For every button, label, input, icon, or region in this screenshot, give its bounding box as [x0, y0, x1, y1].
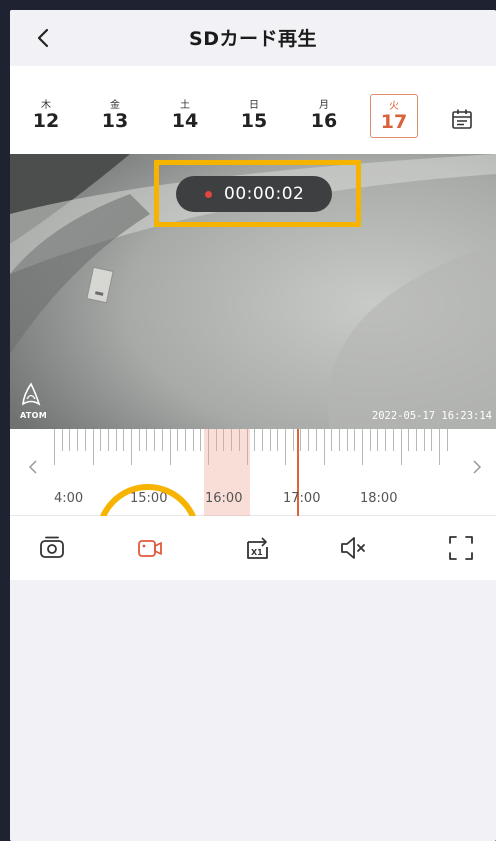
timeline-prev-icon[interactable] — [24, 457, 44, 477]
app-screen: SDカード再生 木 12 金 13 土 14 日 15 月 16 火 17 00… — [10, 10, 496, 841]
timeline-tick — [161, 429, 163, 451]
date-item-13[interactable]: 金 13 — [97, 96, 133, 132]
timeline-tick — [392, 429, 394, 451]
date-item-12[interactable]: 木 12 — [28, 96, 64, 132]
recording-time: 00:00:02 — [224, 184, 305, 204]
timeline-tick — [69, 429, 71, 451]
atom-logo-icon — [22, 382, 41, 406]
timeline-label: 16:00 — [205, 491, 243, 506]
calendar-icon[interactable] — [451, 108, 473, 130]
date-strip: 木 12 金 13 土 14 日 15 月 16 火 17 — [10, 66, 496, 154]
timeline-tick — [292, 429, 294, 451]
page-title: SDカード再生 — [189, 28, 317, 50]
video-timestamp: 2022-05-17 16:23:14 — [371, 410, 492, 422]
date-weekday: 土 — [180, 100, 190, 111]
fullscreen-icon[interactable] — [446, 533, 476, 563]
timeline-tick — [200, 429, 202, 451]
timeline-tick — [331, 429, 333, 451]
timeline-tick — [354, 429, 356, 451]
timeline-tick — [308, 429, 310, 451]
timeline-tick — [346, 429, 348, 451]
timeline-tick — [61, 429, 63, 451]
timeline-tick — [431, 429, 433, 451]
navigation-header: SDカード再生 — [10, 10, 496, 66]
snapshot-camera-icon[interactable] — [37, 533, 67, 563]
recording-dot-icon — [205, 191, 212, 198]
timeline-tick — [362, 429, 363, 465]
timeline-tick — [315, 429, 317, 451]
playback-speed-x1-icon[interactable]: X1 — [243, 533, 273, 563]
timeline-tick — [446, 429, 448, 451]
player-toolbar: X1 — [10, 516, 496, 580]
timeline-tick — [369, 429, 371, 451]
timeline-next-icon[interactable] — [466, 457, 486, 477]
timeline-tick — [184, 429, 186, 451]
date-item-15[interactable]: 日 15 — [236, 96, 272, 132]
date-item-16[interactable]: 月 16 — [306, 96, 342, 132]
timeline-tick — [408, 429, 410, 451]
timeline-tick — [115, 429, 117, 451]
timeline-tick — [169, 429, 171, 465]
date-number: 16 — [310, 110, 338, 132]
date-item-17-selected[interactable]: 火 17 — [370, 94, 418, 138]
timeline-tick — [400, 429, 402, 465]
date-weekday: 火 — [389, 101, 399, 112]
empty-content-area — [10, 580, 496, 841]
timeline-label: 17:00 — [283, 491, 321, 506]
timeline-tick — [123, 429, 125, 451]
timeline-tick — [92, 429, 94, 465]
video-player[interactable]: 00:00:02 ATOM 2022-05-17 16:23:14 — [10, 154, 496, 429]
timeline-tick — [154, 429, 156, 451]
timeline-tick — [77, 429, 79, 451]
date-weekday: 金 — [110, 100, 120, 111]
date-weekday: 日 — [249, 100, 259, 111]
timeline-tick — [338, 429, 340, 451]
date-weekday: 月 — [319, 100, 329, 111]
atom-logo-text: ATOM — [20, 411, 47, 420]
timeline-tick — [285, 429, 286, 465]
date-number: 14 — [171, 110, 199, 132]
timeline-tick — [131, 429, 132, 465]
timeline-label: 18:00 — [360, 491, 398, 506]
timeline-tick — [439, 429, 440, 465]
timeline-tick — [54, 429, 55, 465]
timeline-scrubber[interactable]: 4:00 15:00 16:00 17:00 18:00 — [10, 429, 496, 516]
timeline-tick — [415, 429, 417, 451]
date-number: 15 — [240, 110, 268, 132]
timeline-tick — [177, 429, 179, 451]
timeline-tick — [138, 429, 140, 451]
date-weekday: 木 — [41, 100, 51, 111]
timeline-label: 4:00 — [54, 491, 84, 506]
speed-label: X1 — [251, 548, 263, 557]
timeline-tick — [385, 429, 387, 451]
date-number: 13 — [101, 110, 129, 132]
video-record-icon[interactable] — [135, 533, 165, 563]
timeline-tick — [323, 429, 325, 465]
date-number: 12 — [32, 110, 60, 132]
timeline-tick — [146, 429, 148, 451]
date-item-14[interactable]: 土 14 — [167, 96, 203, 132]
date-number: 17 — [380, 111, 408, 133]
timeline-tick — [107, 429, 109, 451]
timeline-tick — [423, 429, 425, 451]
timeline-tick — [192, 429, 194, 451]
timeline-tick — [254, 429, 256, 451]
timeline-tick — [269, 429, 271, 451]
timeline-tick — [261, 429, 263, 451]
timeline-tick — [84, 429, 86, 451]
timeline-tick — [277, 429, 279, 451]
timeline-tick — [377, 429, 379, 451]
atom-logo: ATOM — [20, 382, 50, 422]
timeline-tick — [300, 429, 302, 451]
timeline-tick — [100, 429, 102, 451]
speaker-muted-icon[interactable] — [338, 533, 368, 563]
recording-badge: 00:00:02 — [176, 176, 332, 212]
